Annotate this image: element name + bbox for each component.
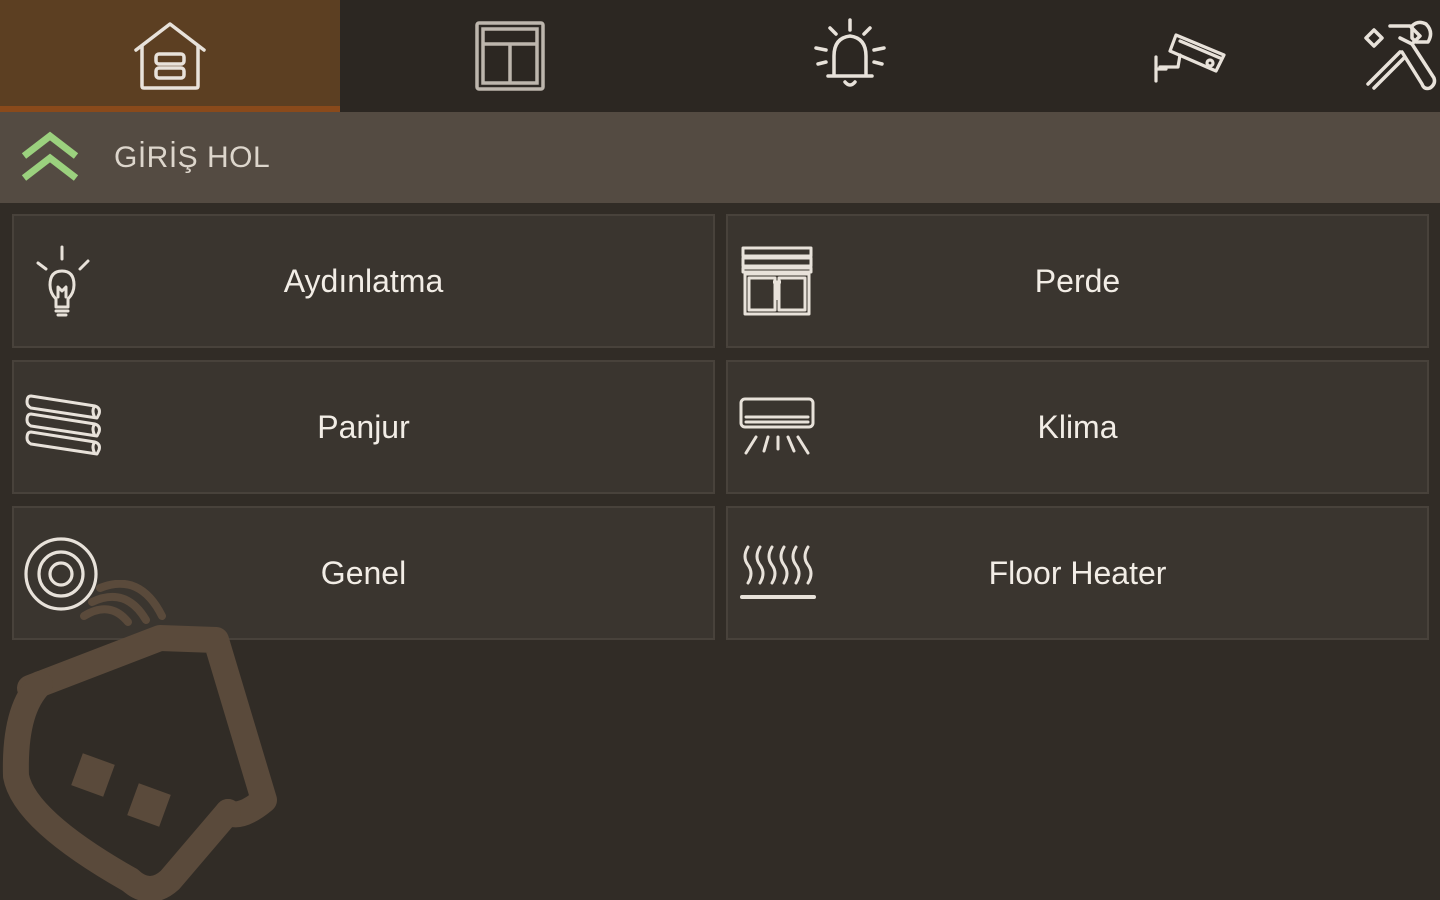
alarm-bell-icon: [814, 18, 886, 87]
category-label: Genel: [320, 554, 407, 591]
tab-camera[interactable]: [1020, 0, 1360, 112]
collapse-room-button[interactable]: [0, 112, 100, 203]
air-conditioner-icon: [736, 388, 818, 468]
curtain-icon: [736, 242, 818, 322]
shutter-icon: [22, 388, 104, 468]
category-label: Klima: [1037, 408, 1118, 445]
room-title: GİRİŞ HOL: [114, 140, 271, 174]
category-tile-lighting[interactable]: Aydınlatma: [12, 214, 715, 348]
window-icon: [475, 21, 545, 91]
home-icon: [134, 22, 206, 90]
app-root: GİRİŞ HOL Aydınlatma Perde Panjur Klima …: [0, 0, 1440, 900]
category-tile-air-conditioner[interactable]: Klima: [726, 360, 1429, 494]
double-chevron-up-icon: [21, 131, 79, 181]
security-camera-icon: [1154, 33, 1226, 83]
tab-window[interactable]: [340, 0, 680, 112]
category-label: Aydınlatma: [283, 262, 444, 299]
category-tile-shutter[interactable]: Panjur: [12, 360, 715, 494]
category-tile-general[interactable]: Genel: [12, 506, 715, 640]
room-header: GİRİŞ HOL: [0, 112, 1440, 203]
tab-home[interactable]: [0, 0, 340, 112]
category-tile-curtain[interactable]: Perde: [726, 214, 1429, 348]
general-target-icon: [22, 534, 104, 614]
category-tile-floor-heater[interactable]: Floor Heater: [726, 506, 1429, 640]
tab-settings[interactable]: [1340, 0, 1440, 112]
top-tab-bar: [0, 0, 1440, 112]
category-label: Floor Heater: [988, 554, 1167, 591]
category-grid: Aydınlatma Perde Panjur Klima Genel Floo…: [12, 214, 1429, 640]
category-label: Perde: [1034, 262, 1121, 299]
light-bulb-icon: [22, 242, 104, 322]
category-label: Panjur: [317, 408, 410, 445]
tab-alarm[interactable]: [680, 0, 1020, 112]
floor-heater-icon: [736, 534, 818, 614]
tools-icon: [1364, 20, 1437, 91]
